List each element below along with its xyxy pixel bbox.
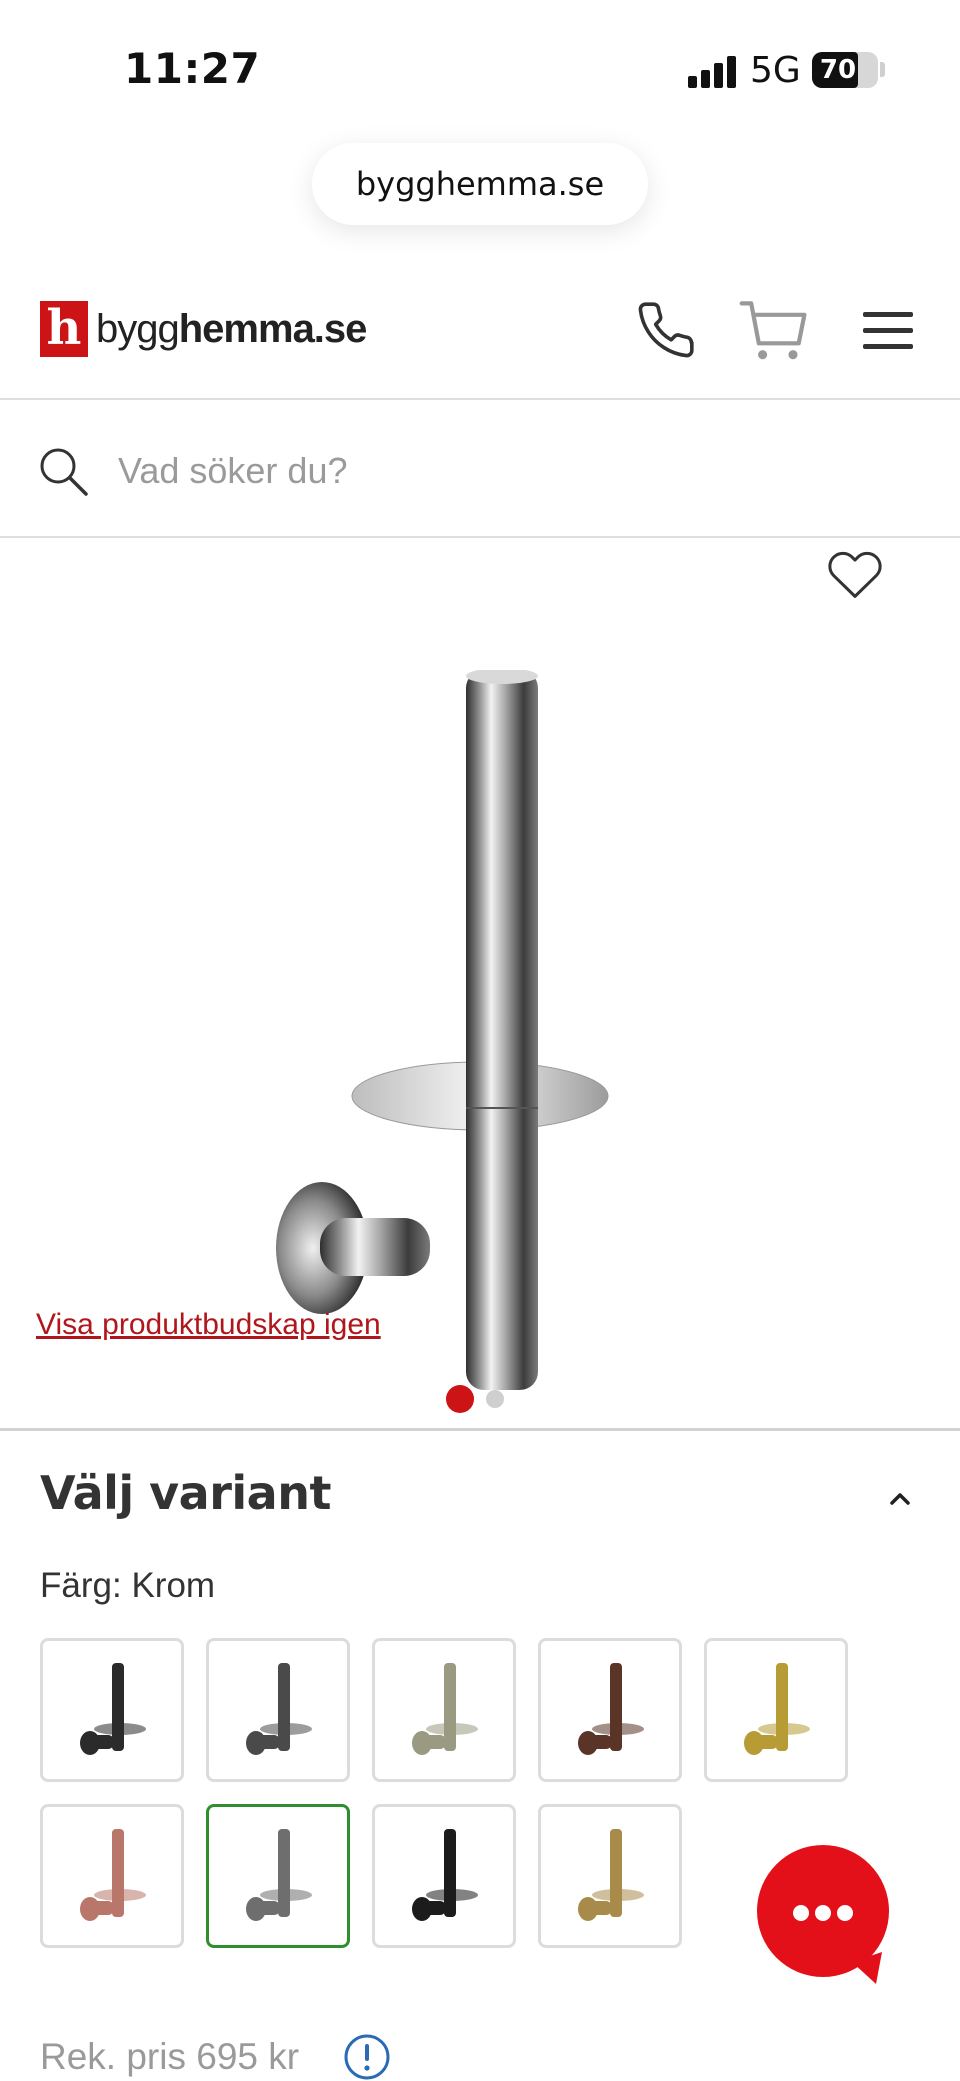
- menu-icon: [863, 312, 913, 349]
- variant-thumbnail: [744, 1663, 810, 1755]
- battery-percent: 70: [819, 55, 857, 85]
- variant-thumbnail: [246, 1663, 312, 1755]
- variant-section-title: Välj variant: [40, 1466, 331, 1520]
- cart-icon: [739, 301, 807, 360]
- show-product-message-link[interactable]: Visa produktbudskap igen: [36, 1308, 381, 1342]
- status-time: 11:27: [124, 44, 261, 93]
- variant-thumbnail: [578, 1829, 644, 1921]
- battery-cap: [880, 62, 885, 77]
- search-bar: [0, 402, 960, 538]
- variant-swatch[interactable]: [538, 1638, 682, 1782]
- variant-thumbnail: [80, 1829, 146, 1921]
- color-label: Färg:: [40, 1566, 122, 1605]
- variant-swatch[interactable]: [538, 1804, 682, 1948]
- search-input[interactable]: [118, 438, 878, 504]
- variant-thumbnail: [578, 1663, 644, 1755]
- variant-thumbnail: [412, 1829, 478, 1921]
- site-header: h bygghemma.se: [0, 270, 960, 400]
- address-bar[interactable]: bygghemma.se: [312, 143, 648, 225]
- carousel-dot-active[interactable]: [446, 1385, 474, 1413]
- logo-wordmark: bygghemma.se: [96, 306, 368, 352]
- section-divider: [0, 1428, 960, 1431]
- variant-swatch[interactable]: [40, 1804, 184, 1948]
- site-logo[interactable]: h bygghemma.se: [40, 300, 368, 358]
- chat-bubble-icon[interactable]: [756, 1844, 890, 1990]
- logo-prefix: bygg: [96, 306, 180, 351]
- carousel-dots: [446, 1384, 504, 1414]
- variant-thumbnail: [246, 1829, 312, 1921]
- variant-swatch[interactable]: [206, 1804, 350, 1948]
- heart-icon[interactable]: [822, 540, 888, 606]
- variant-thumbnail: [80, 1663, 146, 1755]
- chevron-up-icon[interactable]: [880, 1478, 920, 1518]
- menu-button[interactable]: [850, 290, 926, 370]
- logo-suffix: hemma.se: [178, 306, 368, 351]
- info-icon[interactable]: [342, 2032, 392, 2081]
- phone-icon: [638, 302, 694, 358]
- logo-mark: h: [40, 301, 88, 357]
- product-image[interactable]: [260, 670, 660, 1410]
- color-value: Krom: [131, 1566, 216, 1605]
- signal-strength-icon: [688, 56, 738, 88]
- product-gallery: Visa produktbudskap igen: [0, 540, 960, 1428]
- battery-icon: 70: [812, 52, 878, 88]
- variant-swatch[interactable]: [372, 1638, 516, 1782]
- carousel-dot[interactable]: [486, 1390, 504, 1408]
- recommended-price: Rek. pris 695 kr: [40, 2036, 300, 2077]
- search-icon[interactable]: [36, 444, 92, 500]
- variant-swatch[interactable]: [704, 1638, 848, 1782]
- phone-button[interactable]: [628, 290, 704, 370]
- variant-swatch[interactable]: [206, 1638, 350, 1782]
- network-label: 5G: [750, 50, 801, 91]
- status-bar: 11:27 5G 70: [0, 0, 960, 130]
- color-selection: Färg: Krom: [40, 1566, 215, 1606]
- variant-swatch[interactable]: [372, 1804, 516, 1948]
- variant-thumbnail: [412, 1663, 478, 1755]
- variant-swatch[interactable]: [40, 1638, 184, 1782]
- cart-button[interactable]: [736, 290, 812, 370]
